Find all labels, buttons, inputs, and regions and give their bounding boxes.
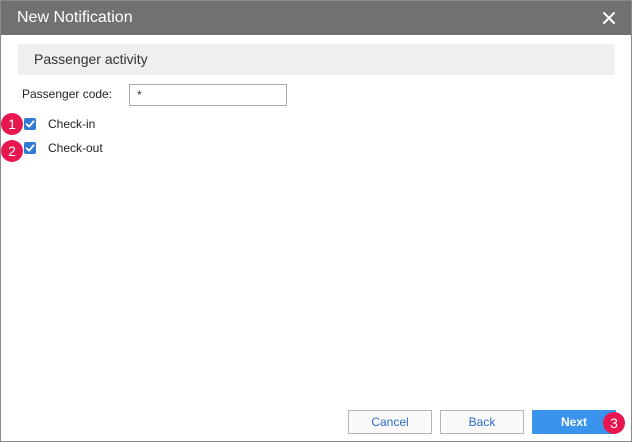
annotation-badge-2: 2 xyxy=(1,140,23,162)
cancel-button[interactable]: Cancel xyxy=(348,410,432,434)
dialog-titlebar: New Notification xyxy=(1,1,631,35)
checkmark-icon xyxy=(25,144,35,152)
close-icon[interactable] xyxy=(601,10,617,26)
new-notification-dialog: New Notification Passenger activity Pass… xyxy=(0,0,632,442)
annotation-badge-3: 3 xyxy=(603,412,625,434)
back-button[interactable]: Back xyxy=(440,410,524,434)
check-out-label: Check-out xyxy=(48,141,103,155)
dialog-title: New Notification xyxy=(17,9,133,26)
check-in-label: Check-in xyxy=(48,117,96,131)
check-out-checkbox[interactable] xyxy=(24,142,36,154)
passenger-code-label: Passenger code: xyxy=(22,87,113,101)
section-label: Passenger activity xyxy=(34,51,148,67)
check-in-checkbox[interactable] xyxy=(24,118,36,130)
checkmark-icon xyxy=(25,120,35,128)
annotation-badge-1: 1 xyxy=(1,113,23,135)
passenger-code-input[interactable] xyxy=(129,84,287,106)
section-header: Passenger activity xyxy=(18,44,615,75)
